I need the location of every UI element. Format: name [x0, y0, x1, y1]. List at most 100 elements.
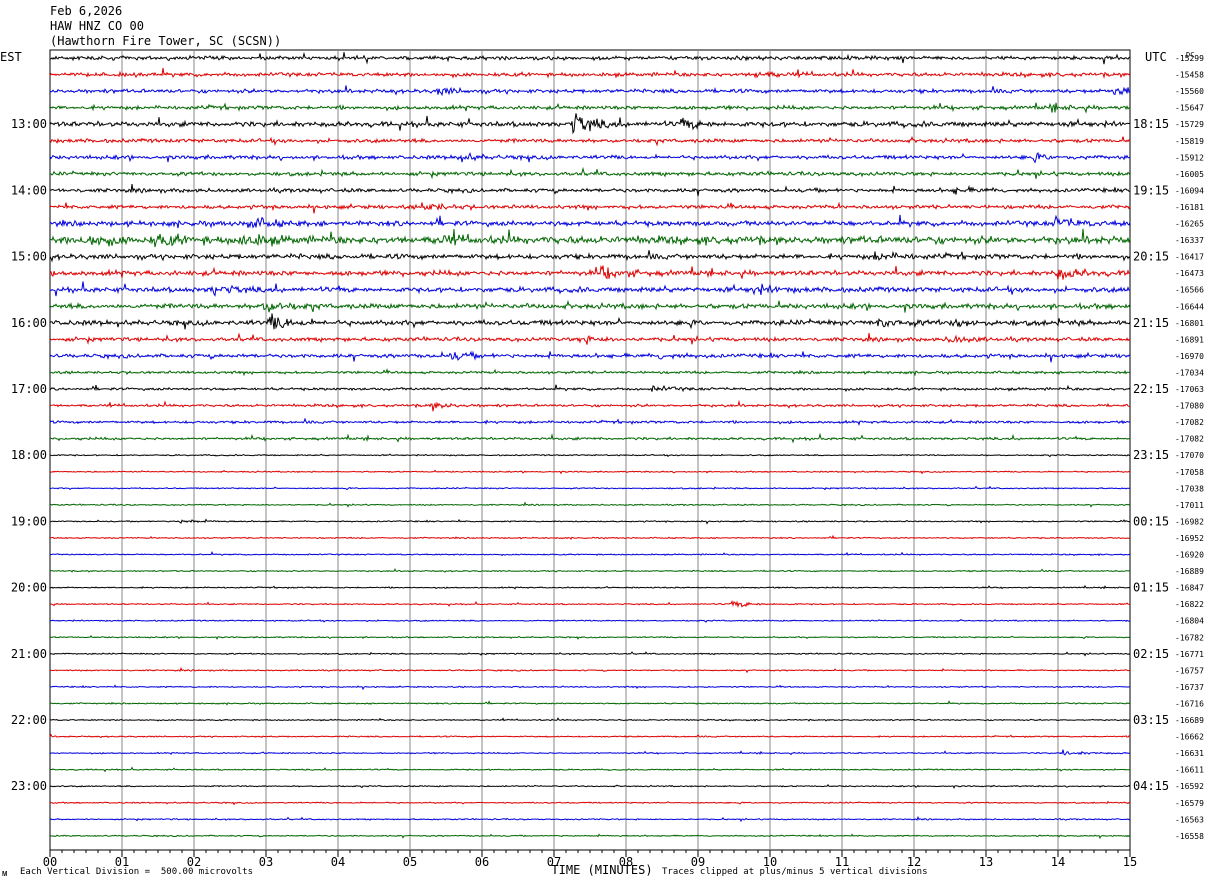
x-tick-label: 13	[979, 855, 993, 869]
trace-21	[49, 384, 1131, 393]
dc-offset-label: -16716	[1175, 699, 1204, 708]
trace-43	[49, 749, 1131, 756]
trace-40	[49, 700, 1131, 706]
x-tick-label: 15	[1123, 855, 1137, 869]
utc-hour-label: 03:15	[1133, 713, 1169, 727]
dc-offset-label: -16558	[1175, 832, 1204, 841]
trace-48	[49, 833, 1131, 840]
dc-offset-label: -16417	[1175, 253, 1204, 262]
trace-5	[49, 113, 1131, 135]
trace-31	[49, 551, 1131, 557]
trace-18	[49, 332, 1131, 345]
est-hour-label: 18:00	[11, 448, 47, 462]
x-tick-label: 06	[475, 855, 489, 869]
dc-offset-label: -17038	[1175, 484, 1204, 493]
dc-offset-label: -15458	[1175, 71, 1204, 80]
est-hour-label: 19:00	[11, 514, 47, 528]
est-hour-label: 21:00	[11, 647, 47, 661]
trace-32	[49, 568, 1131, 573]
est-hour-label: 20:00	[11, 581, 47, 595]
trace-39	[49, 684, 1131, 691]
utc-hour-label: 00:15	[1133, 514, 1169, 528]
trace-25	[49, 453, 1131, 458]
dc-offset-label: -16337	[1175, 236, 1204, 245]
est-hour-label: 14:00	[11, 183, 47, 197]
trace-10	[49, 201, 1131, 214]
dc-offset-label: -17063	[1175, 385, 1204, 394]
dc-offset-label: -16563	[1175, 815, 1204, 824]
trace-24	[49, 432, 1131, 444]
trace-16	[49, 299, 1131, 313]
dc-offset-label: -17082	[1175, 418, 1204, 427]
dc-offset-label: -16847	[1175, 584, 1204, 593]
dc-offset-label: -17080	[1175, 402, 1204, 411]
dc-offset-label: -16611	[1175, 766, 1204, 775]
trace-3	[49, 85, 1131, 97]
x-tick-label: 05	[403, 855, 417, 869]
dc-offset-label: -15299	[1175, 54, 1204, 63]
trace-47	[49, 815, 1131, 823]
trace-28	[50, 501, 1131, 508]
trace-11	[49, 214, 1131, 229]
trace-38	[49, 666, 1131, 674]
dc-offset-label: -16265	[1175, 220, 1204, 229]
est-hour-label: 22:00	[11, 713, 47, 727]
dc-offset-label: -16757	[1175, 666, 1204, 675]
dc-offset-label: -16662	[1175, 733, 1204, 742]
trace-26	[49, 469, 1131, 475]
x-tick-label: 04	[331, 855, 345, 869]
dc-offset-label: -16005	[1175, 170, 1204, 179]
dc-offset-label: -15647	[1175, 104, 1204, 113]
utc-axis-title: UTC	[1145, 50, 1167, 64]
helicorder-plot: 00 01 02 03 04 05 06 07 08 09 10 11 12 13 14 15TIME (MI…	[0, 49, 1204, 877]
utc-hour-label: 22:15	[1133, 382, 1169, 396]
trace-13	[49, 250, 1131, 263]
dc-offset-label: -16889	[1175, 567, 1204, 576]
dc-offset-label: -16782	[1175, 633, 1204, 642]
utc-hour-label: 04:15	[1133, 779, 1169, 793]
dc-offset-label: -16952	[1175, 534, 1204, 543]
est-axis-title: EST	[0, 50, 22, 64]
trace-15	[49, 281, 1131, 297]
trace-1	[50, 51, 1131, 65]
trace-33	[49, 584, 1131, 590]
est-hour-label: 13:00	[11, 117, 47, 131]
trace-7	[49, 151, 1131, 164]
dc-offset-label: -15819	[1175, 137, 1204, 146]
dc-offset-label: -16579	[1175, 799, 1204, 808]
corner-mark: ᴍ	[2, 869, 8, 879]
dc-offset-label: -16804	[1175, 617, 1204, 626]
trace-42	[49, 733, 1131, 739]
dc-offset-label: -17034	[1175, 368, 1204, 377]
x-tick-label: 03	[259, 855, 273, 869]
dc-offset-label: -15560	[1175, 87, 1204, 96]
trace-9	[49, 184, 1131, 197]
trace-46	[49, 800, 1131, 806]
trace-23	[49, 417, 1131, 426]
trace-35	[49, 618, 1131, 623]
scale-note: Each Vertical Division = 500.00 microvol…	[20, 867, 253, 877]
trace-22	[49, 399, 1131, 412]
est-hour-label: 16:00	[11, 316, 47, 330]
dc-offset-label: -16737	[1175, 683, 1204, 692]
est-hour-label: 23:00	[11, 779, 47, 793]
trace-36	[49, 635, 1131, 640]
dc-offset-label: -16181	[1175, 203, 1204, 212]
dc-offset-label: -16982	[1175, 517, 1204, 526]
trace-4	[49, 102, 1131, 114]
dc-offset-label: -16592	[1175, 782, 1204, 791]
trace-6	[49, 135, 1131, 147]
utc-hour-label: 23:15	[1133, 448, 1169, 462]
trace-29	[49, 518, 1131, 525]
dc-offset-label: -15729	[1175, 120, 1204, 129]
utc-hour-label: 02:15	[1133, 647, 1169, 661]
dc-offset-label: -16822	[1175, 600, 1204, 609]
dc-offset-label: -16771	[1175, 650, 1204, 659]
utc-hour-label: 01:15	[1133, 581, 1169, 595]
dc-offset-label: -16644	[1175, 302, 1204, 311]
dc-offset-label: -16473	[1175, 269, 1204, 278]
utc-hour-label: 19:15	[1133, 183, 1169, 197]
trace-17	[49, 313, 1131, 330]
trace-12	[49, 228, 1131, 248]
est-hour-label: 17:00	[11, 382, 47, 396]
